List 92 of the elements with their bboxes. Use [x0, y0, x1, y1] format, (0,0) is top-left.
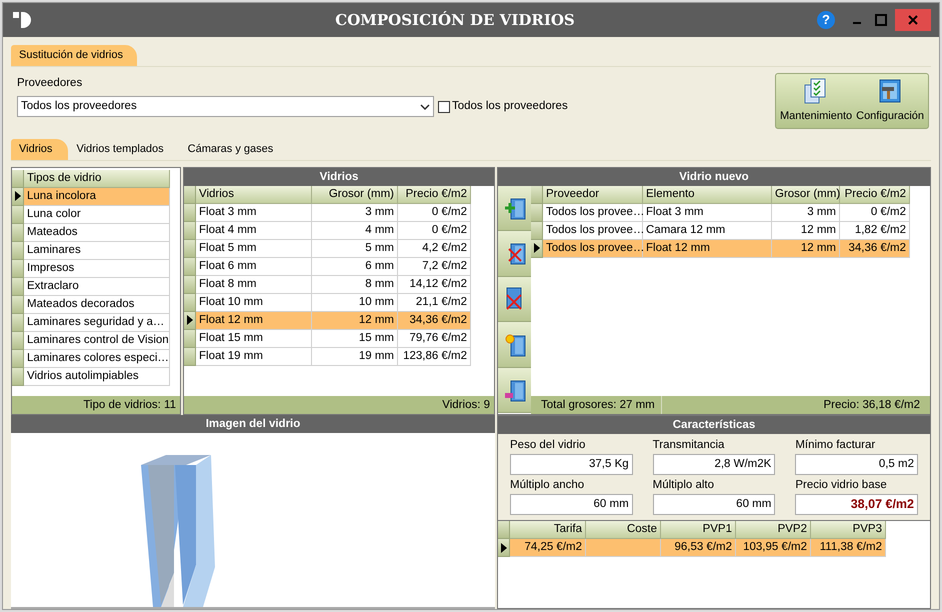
- help-button[interactable]: ?: [817, 11, 835, 29]
- table-cell: Float 19 mm: [196, 348, 312, 366]
- column-header[interactable]: Vidrios: [196, 186, 312, 204]
- row-selector[interactable]: [498, 539, 510, 557]
- section-title: Vidrios: [184, 168, 494, 186]
- row-selector[interactable]: [184, 312, 196, 330]
- column-header[interactable]: Precio €/m2: [398, 186, 471, 204]
- row-header-corner: [12, 170, 24, 188]
- value-field: 60 mm: [510, 494, 633, 515]
- provider-dropdown[interactable]: Todos los proveedores: [17, 96, 434, 118]
- table-cell: 103,95 €/m2: [736, 539, 811, 557]
- value-field: 38,07 €/m2: [795, 494, 918, 515]
- row-selector[interactable]: [531, 240, 543, 258]
- table-cell: 19 mm: [312, 348, 398, 366]
- value-field: 37,5 Kg: [510, 454, 633, 475]
- maintenance-button[interactable]: Mantenimiento: [778, 77, 854, 124]
- field-label: Proveedores: [17, 76, 84, 91]
- tab[interactable]: Vidrios: [11, 138, 68, 160]
- column-header[interactable]: Grosor (mm): [312, 186, 398, 204]
- table-cell: 34,36 €/m2: [840, 240, 910, 258]
- row-header-corner: [184, 186, 196, 204]
- column-header[interactable]: Tarifa: [510, 521, 586, 539]
- toolbar-button[interactable]: [498, 368, 531, 414]
- checkbox[interactable]: [438, 100, 450, 113]
- table-cell: 123,86 €/m2: [398, 348, 471, 366]
- field-label: Múltiplo alto: [652, 478, 716, 493]
- field-label: Transmitancia: [652, 438, 726, 452]
- column-header[interactable]: PVP2: [736, 521, 811, 539]
- column-header[interactable]: Coste: [586, 521, 661, 539]
- total-thickness-text: Total grosores: 27 mm: [541, 396, 662, 414]
- table-cell: 12 mm: [772, 240, 840, 258]
- column-header[interactable]: Precio €/m2: [840, 186, 910, 204]
- row-pointer-icon: [14, 191, 20, 201]
- window-hammer-icon: [877, 77, 904, 105]
- field-label: Precio vidrio base: [795, 478, 888, 493]
- row-selector[interactable]: [12, 188, 24, 206]
- table-cell: 74,25 €/m2: [510, 539, 586, 557]
- total-price-text: Precio: 36,18 €/m2: [823, 398, 920, 412]
- column-header[interactable]: Proveedor: [543, 186, 643, 204]
- table-cell: Float 12 mm: [643, 240, 772, 258]
- tab[interactable]: Cámaras y gases: [180, 138, 290, 160]
- row-pointer-icon: [500, 542, 506, 552]
- table-row[interactable]: Float 5 mm 5 mm 4,2 €/m2: [184, 240, 471, 258]
- section-title: Imagen del vidrio: [11, 414, 495, 432]
- field-label: Peso del vidrio: [510, 438, 586, 452]
- table-row[interactable]: Float 19 mm 19 mm 123,86 €/m2: [184, 348, 471, 366]
- panel-footer: Vidrios: 9: [184, 396, 494, 414]
- column-header[interactable]: Elemento: [643, 186, 772, 204]
- close-icon: [908, 15, 918, 25]
- value-field: 60 mm: [652, 494, 776, 515]
- table-row[interactable]: Todos los provee…Float 3 mm 3 mm 0 €/m2: [531, 204, 910, 222]
- value-field: 0,5 m2: [795, 454, 918, 475]
- value-field: 2,8 W/m2K: [652, 454, 776, 475]
- chevron-down-icon: [420, 104, 430, 110]
- table-cell: Todos los provee…: [543, 240, 643, 258]
- row-pointer-icon: [534, 243, 540, 253]
- table-row[interactable]: Todos los provee…Float 12 mm 12 mm 34,36 €/m2: [531, 240, 910, 258]
- table-cell: 111,38 €/m2: [811, 539, 886, 557]
- table-row[interactable]: Float 10 mm 10 mm 21,1 €/m2: [184, 294, 471, 312]
- column-header[interactable]: PVP3: [811, 521, 886, 539]
- table-row[interactable]: Float 4 mm 4 mm 0 €/m2: [184, 222, 471, 240]
- row-header-corner: [531, 186, 543, 204]
- tab[interactable]: Sustitución de vidrios: [11, 45, 137, 66]
- row-header-corner: [498, 521, 510, 539]
- section-title: Características: [498, 416, 930, 434]
- new-glass-icon: [502, 332, 526, 358]
- table-row[interactable]: Float 3 mm 3 mm 0 €/m2: [184, 204, 471, 222]
- app-logo-icon: [11, 10, 33, 30]
- table-row[interactable]: 74,25 €/m2 96,53 €/m2 103,95 €/m2 111,38 €/m2: [498, 539, 886, 557]
- all-providers-checkbox[interactable]: Todos los proveedores: [438, 98, 568, 116]
- column-header[interactable]: Tipos de vidrio: [24, 170, 170, 188]
- field-label: Múltiplo ancho: [510, 478, 586, 493]
- toolbar-button[interactable]: [498, 186, 531, 232]
- tab[interactable]: Vidrios templados: [68, 138, 180, 160]
- toolbar-button[interactable]: [498, 231, 531, 277]
- row-pointer-icon: [186, 315, 192, 325]
- table-cell: 96,53 €/m2: [661, 539, 736, 557]
- configuration-button[interactable]: Configuración: [854, 77, 926, 124]
- table-row[interactable]: Float 8 mm 8 mm 14,12 €/m2: [184, 276, 471, 294]
- table-row[interactable]: Float 6 mm 6 mm 7,2 €/m2: [184, 258, 471, 276]
- column-header[interactable]: PVP1: [661, 521, 736, 539]
- toolbar-button[interactable]: [498, 322, 531, 368]
- field-label: Mínimo facturar: [795, 438, 876, 452]
- panel-footer: Tipo de vidrios: 11: [12, 396, 180, 414]
- column-header[interactable]: Grosor (mm): [772, 186, 840, 204]
- section-title: Vidrio nuevo: [498, 168, 930, 186]
- window-title: COMPOSICIÓN DE VIDRIOS: [334, 10, 576, 31]
- close-button[interactable]: [895, 9, 931, 31]
- table-row[interactable]: Float 15 mm 15 mm 79,76 €/m2: [184, 330, 471, 348]
- table-row[interactable]: Todos los provee…Camara 12 mm 12 mm 1,82 €/m2: [531, 222, 910, 240]
- toolbar-button[interactable]: [498, 276, 531, 322]
- table-row[interactable]: Float 12 mm 12 mm 34,36 €/m2: [184, 312, 471, 330]
